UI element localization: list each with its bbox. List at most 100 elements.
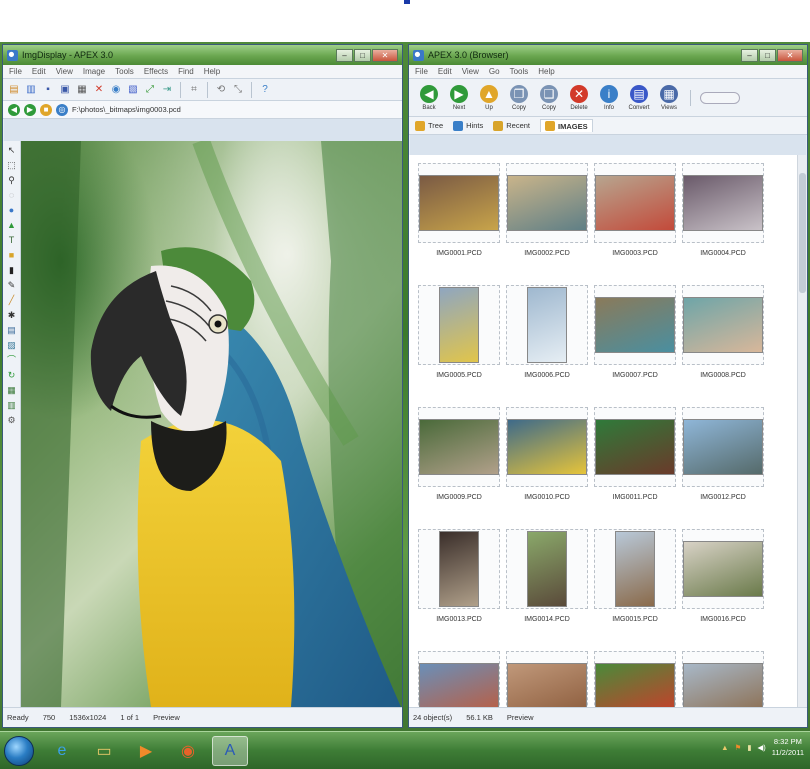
menu-item-view[interactable]: View [56,67,73,76]
delete-button[interactable]: ✕ Delete [567,84,591,111]
close-button[interactable]: ✕ [372,48,398,62]
thumbnail-item[interactable]: IMG0013.PCD [415,525,503,647]
gradient-tool-icon[interactable]: ▨ [6,340,18,351]
clock[interactable]: 8:32 PM 11/2/2011 [772,736,804,758]
thumbnail-item[interactable]: IMG0010.PCD [503,403,591,525]
thumbnail-item[interactable] [503,647,591,707]
file-path[interactable]: F:\photos\_bitmaps\img0003.pcd [72,105,181,114]
media-player-icon[interactable]: ▶ [128,736,164,766]
thumbnail-item[interactable]: IMG0001.PCD [415,159,503,281]
thumbnail-item[interactable]: IMG0006.PCD [503,281,591,403]
image-canvas[interactable] [21,141,402,707]
menu-item-go[interactable]: Go [489,67,500,76]
tab-hints[interactable]: Hints [453,120,483,131]
thumbnail-size-slider[interactable] [700,91,740,104]
open-folder-icon[interactable]: ▤ [7,83,21,97]
layer-tool-icon[interactable]: ▦ [6,385,18,396]
pencil-tool-icon[interactable]: ✎ [6,280,18,291]
thumbnail-item[interactable]: IMG0011.PCD [591,403,679,525]
menu-item-effects[interactable]: Effects [144,67,168,76]
tab-tree[interactable]: Tree [415,120,443,131]
convert-button[interactable]: ▤ Convert [627,84,651,111]
thumbnail-item[interactable] [679,647,767,707]
thumbnail-item[interactable] [415,647,503,707]
settings-tool-icon[interactable]: ⚙ [6,415,18,426]
browser-titlebar[interactable]: APEX 3.0 (Browser) – □ ✕ [409,45,807,65]
thumbnail-item[interactable]: IMG0003.PCD [591,159,679,281]
network-icon[interactable]: ▲ [721,743,728,752]
select-tool-icon[interactable]: ↖ [6,145,18,156]
menu-item-tools[interactable]: Tools [510,67,529,76]
maximize-button[interactable]: □ [354,48,371,62]
thumbnail-item[interactable]: IMG0005.PCD [415,281,503,403]
image-viewer-titlebar[interactable]: ImgDisplay - APEX 3.0 – □ ✕ [3,45,402,65]
line-tool-icon[interactable]: ╱ [6,295,18,306]
back-icon[interactable]: ◀ [8,103,20,116]
tab-recent[interactable]: Recent [493,120,530,131]
volume-icon[interactable]: ◀) [757,743,765,752]
thumbnail-item[interactable]: IMG0015.PCD [591,525,679,647]
views-button[interactable]: ▦ Views [657,84,681,111]
next-button[interactable]: ▶ Next [447,84,471,111]
thumbnail-item[interactable]: IMG0007.PCD [591,281,679,403]
fill-tool-icon[interactable]: ▲ [6,220,18,231]
text-tool-icon[interactable]: T [6,235,18,246]
thumbnail-item[interactable]: IMG0008.PCD [679,281,767,403]
resize-icon[interactable]: ⤢ [143,83,157,97]
print-icon[interactable]: ▦ [75,83,89,97]
save-icon[interactable]: ▪ [41,83,55,97]
color-tool-icon[interactable]: ● [6,205,18,216]
crop-icon[interactable]: ⌗ [187,83,201,97]
close-button[interactable]: ✕ [777,48,803,62]
menu-item-image[interactable]: Image [83,67,105,76]
help-icon[interactable]: ? [258,83,272,97]
apex-app-icon[interactable]: A [212,735,248,766]
minimize-button[interactable]: – [741,48,758,62]
scrollbar-thumb[interactable] [799,173,806,293]
vertical-scrollbar[interactable] [797,155,807,707]
marquee-tool-icon[interactable]: ⬚ [6,160,18,171]
maximize-button[interactable]: □ [759,48,776,62]
menu-item-find[interactable]: Find [178,67,194,76]
menu-item-tools[interactable]: Tools [115,67,134,76]
flag-icon[interactable]: ⚑ [735,743,742,752]
up-button[interactable]: ▲ Up [477,84,501,111]
thumbnail-item[interactable] [591,647,679,707]
menu-item-file[interactable]: File [9,67,22,76]
thumbnail-item[interactable]: IMG0014.PCD [503,525,591,647]
thumbnail-item[interactable]: IMG0012.PCD [679,403,767,525]
open-icon[interactable]: ▥ [24,83,38,97]
start-button[interactable] [4,735,34,766]
info-icon[interactable]: ◉ [109,83,123,97]
menu-item-edit[interactable]: Edit [32,67,46,76]
copy-button[interactable]: ❑ Copy [537,84,561,111]
histogram-tool-icon[interactable]: ▥ [6,400,18,411]
lasso-tool-icon[interactable]: ◌ [6,190,18,201]
curve-tool-icon[interactable]: ⌒ [6,355,18,366]
copy-button[interactable]: ❐ Copy [507,84,531,111]
save-as-icon[interactable]: ▣ [58,83,72,97]
tab-images[interactable]: IMAGES [540,119,593,132]
forward-icon[interactable]: ▶ [24,103,36,116]
file-explorer-icon[interactable]: ▭ [86,736,122,766]
power-icon[interactable]: ▮ [747,743,751,752]
firefox-icon[interactable]: ◉ [170,736,206,766]
menu-item-file[interactable]: File [415,67,428,76]
internet-explorer-icon[interactable]: e [44,736,80,766]
magnify-tool-icon[interactable]: ⚲ [6,175,18,186]
eraser-tool-icon[interactable]: ▮ [6,265,18,276]
delete-icon[interactable]: ✕ [92,83,106,97]
clone-tool-icon[interactable]: ✱ [6,310,18,321]
menu-item-help[interactable]: Help [538,67,554,76]
menu-item-edit[interactable]: Edit [438,67,452,76]
fit-icon[interactable]: ▧ [126,83,140,97]
minimize-button[interactable]: – [336,48,353,62]
folder-icon[interactable]: ■ [40,103,52,116]
zoom-icon[interactable]: ⤡ [231,83,245,97]
brush-tool-icon[interactable]: ■ [6,250,18,261]
thumbnail-item[interactable]: IMG0004.PCD [679,159,767,281]
thumbnail-item[interactable]: IMG0002.PCD [503,159,591,281]
export-icon[interactable]: ⇥ [160,83,174,97]
rotate-icon[interactable]: ⟲ [214,83,228,97]
thumbnail-item[interactable]: IMG0009.PCD [415,403,503,525]
